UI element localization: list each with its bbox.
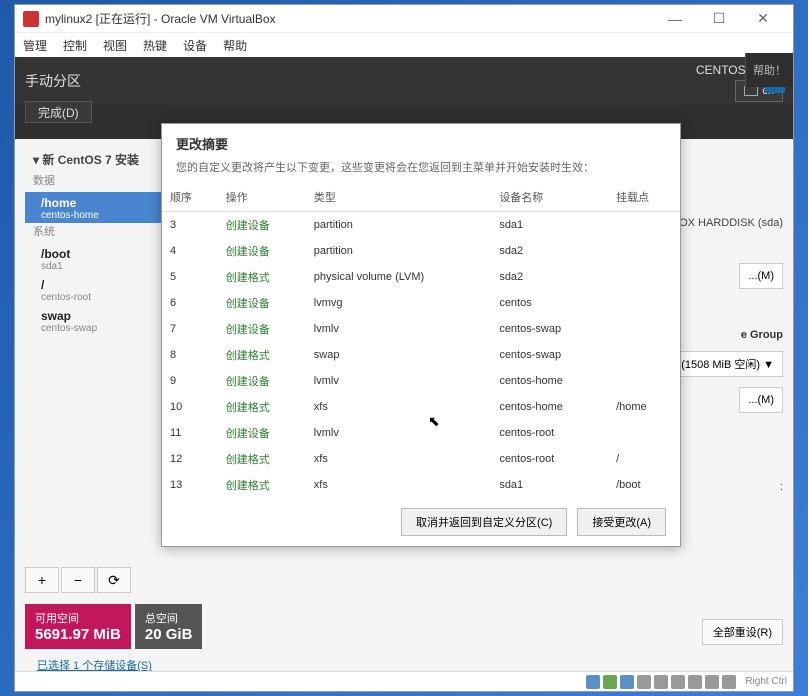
menu-control[interactable]: 控制 — [63, 37, 87, 54]
table-row[interactable]: 4创建设备partitionsda2 — [162, 238, 680, 264]
host-key-label: Right Ctrl — [745, 676, 787, 687]
shared-indicator-icon[interactable] — [671, 675, 685, 689]
vbox-menubar: 管理 控制 视图 热键 设备 帮助 — [15, 33, 793, 57]
add-partition-button[interactable]: + — [25, 567, 59, 593]
menu-manage[interactable]: 管理 — [23, 37, 47, 54]
table-row[interactable]: 10创建格式xfscentos-home/home — [162, 394, 680, 420]
modal-title: 更改摘要 — [162, 124, 680, 159]
changes-summary-modal: 更改摘要 您的自定义更改将产生以下变更，这些变更将会在您返回到主菜单并开始安装时… — [161, 123, 681, 547]
vbox-statusbar: Right Ctrl — [15, 671, 793, 691]
disk-info: BOX HARDDISK (sda) — [672, 217, 783, 229]
cancel-button[interactable]: 取消并返回到自定义分区(C) — [401, 508, 567, 536]
window-title: mylinux2 [正在运行] - Oracle VM VirtualBox — [45, 10, 276, 27]
cd-indicator-icon[interactable] — [603, 675, 617, 689]
th-op[interactable]: 操作 — [218, 183, 306, 212]
sidebar-header[interactable]: ▾ 新 CentOS 7 安装 — [25, 147, 165, 172]
menu-help[interactable]: 帮助 — [223, 37, 247, 54]
table-row[interactable]: 13创建格式xfssda1/boot — [162, 472, 680, 498]
table-row[interactable]: 3创建设备partitionsda1 — [162, 212, 680, 239]
available-space: 可用空间 5691.97 MiB — [25, 604, 131, 649]
changes-table: 顺序 操作 类型 设备名称 挂载点 3创建设备partitionsda14创建设… — [162, 183, 680, 498]
page-title: 手动分区 — [25, 71, 81, 91]
installer-header: 手动分区 CENTOS 7 安装 cn 完成(D) — [15, 57, 793, 105]
display-indicator-icon[interactable] — [688, 675, 702, 689]
refresh-button[interactable]: ⟳ — [97, 567, 131, 593]
usb-indicator-icon[interactable] — [654, 675, 668, 689]
sidebar-item-root[interactable]: / centos-root — [25, 274, 165, 305]
audio-indicator-icon[interactable] — [620, 675, 634, 689]
help-button[interactable]: 帮助！ — [745, 53, 793, 87]
rec-indicator-icon[interactable] — [705, 675, 719, 689]
keyboard-icon — [744, 86, 758, 96]
menu-view[interactable]: 视图 — [103, 37, 127, 54]
table-row[interactable]: 6创建设备lvmvgcentos — [162, 290, 680, 316]
modify-button-1[interactable]: ...(M) — [739, 263, 783, 289]
modify-button-2[interactable]: ...(M) — [739, 387, 783, 413]
vbox-icon — [23, 11, 39, 27]
menu-devices[interactable]: 设备 — [183, 37, 207, 54]
th-device[interactable]: 设备名称 — [491, 183, 608, 212]
table-row[interactable]: 5创建格式physical volume (LVM)sda2 — [162, 264, 680, 290]
done-button[interactable]: 完成(D) — [25, 101, 92, 123]
vg-combo[interactable]: s (1508 MiB 空闲) ▼ — [664, 351, 783, 377]
sidebar-item-swap[interactable]: swap centos-swap — [25, 305, 165, 336]
sidebar-item-boot[interactable]: /boot sda1 — [25, 243, 165, 274]
partition-sidebar: ▾ 新 CentOS 7 安装 数据 /home centos-home 系统 … — [25, 147, 165, 336]
th-type[interactable]: 类型 — [306, 183, 492, 212]
colon-label: : — [780, 481, 783, 493]
minimize-button[interactable]: — — [653, 5, 697, 33]
remove-partition-button[interactable]: − — [61, 567, 95, 593]
modal-subtitle: 您的自定义更改将产生以下变更，这些变更将会在您返回到主菜单并开始安装时生效： — [162, 159, 680, 183]
vbox-window: mylinux2 [正在运行] - Oracle VM VirtualBox —… — [14, 4, 794, 692]
table-row[interactable]: 8创建格式swapcentos-swap — [162, 342, 680, 368]
menu-hotkeys[interactable]: 热键 — [143, 37, 167, 54]
vg-label: e Group — [741, 329, 783, 341]
close-button[interactable]: ✕ — [741, 5, 785, 33]
accept-button[interactable]: 接受更改(A) — [577, 508, 666, 536]
reset-all-button[interactable]: 全部重设(R) — [702, 619, 783, 645]
table-row[interactable]: 7创建设备lvmlvcentos-swap — [162, 316, 680, 342]
capture-indicator-icon[interactable] — [722, 675, 736, 689]
sidebar-item-home[interactable]: /home centos-home — [25, 192, 165, 223]
table-row[interactable]: 9创建设备lvmlvcentos-home — [162, 368, 680, 394]
sidebar-section-data: 数据 — [25, 172, 165, 192]
total-space: 总空间 20 GiB — [135, 604, 203, 649]
table-row[interactable]: 11创建设备lvmlvcentos-root — [162, 420, 680, 446]
sidebar-section-system: 系统 — [25, 223, 165, 243]
space-summary: 可用空间 5691.97 MiB 总空间 20 GiB — [25, 604, 202, 649]
sidebar-controls: + − ⟳ — [25, 567, 131, 593]
vbox-titlebar[interactable]: mylinux2 [正在运行] - Oracle VM VirtualBox —… — [15, 5, 793, 33]
net-indicator-icon[interactable] — [637, 675, 651, 689]
th-mount[interactable]: 挂载点 — [608, 183, 680, 212]
modal-buttons: 取消并返回到自定义分区(C) 接受更改(A) — [162, 498, 680, 546]
maximize-button[interactable]: ☐ — [697, 5, 741, 33]
hd-indicator-icon[interactable] — [586, 675, 600, 689]
th-order[interactable]: 顺序 — [162, 183, 218, 212]
table-row[interactable]: 12创建格式xfscentos-root/ — [162, 446, 680, 472]
